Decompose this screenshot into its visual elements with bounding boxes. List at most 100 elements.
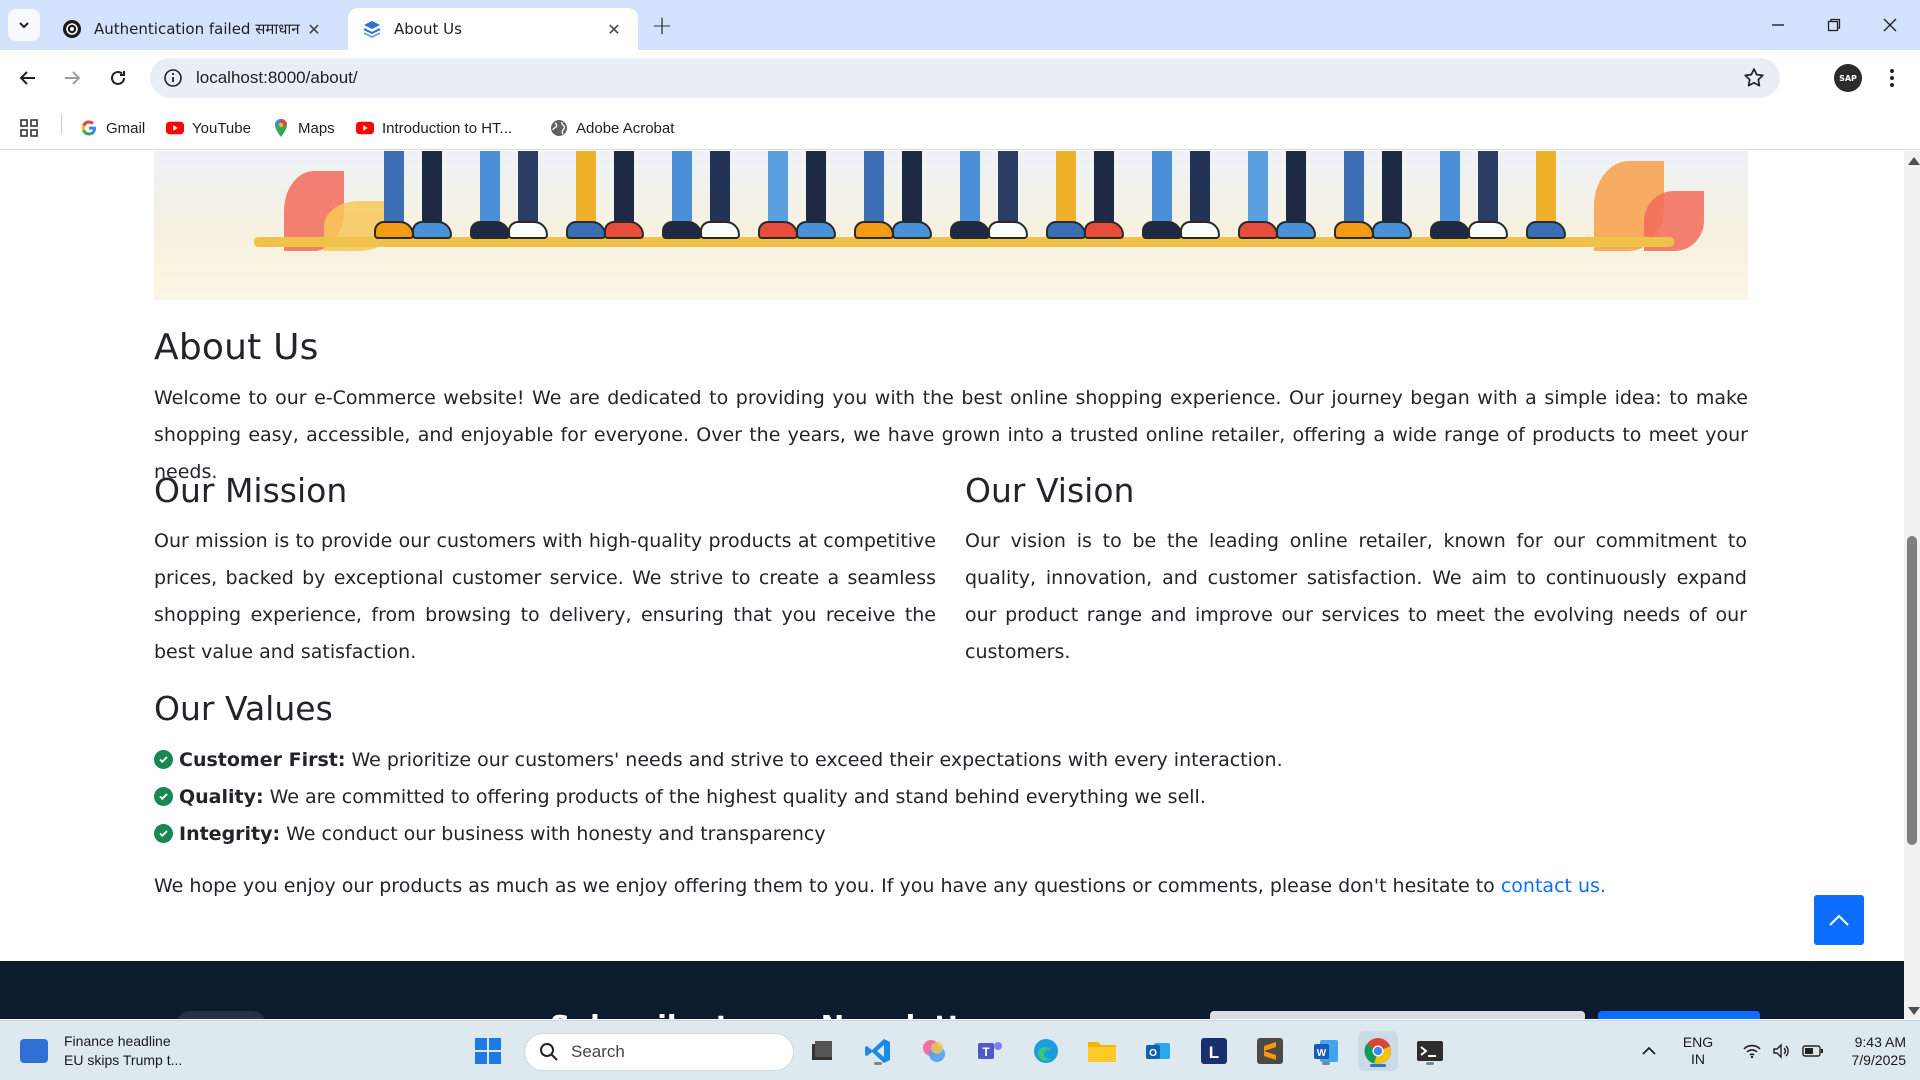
folder-icon <box>1088 1042 1116 1062</box>
reload-button[interactable] <box>100 60 136 96</box>
l-letter-icon: L <box>1201 1038 1227 1064</box>
clock[interactable]: 9:43 AM 7/9/2025 <box>1830 1021 1907 1080</box>
arrow-left-icon <box>19 71 35 85</box>
new-tab-button[interactable]: + <box>648 11 676 41</box>
svg-text:L: L <box>1209 1043 1219 1062</box>
close-window-button[interactable] <box>1862 0 1918 50</box>
taskbar-search[interactable]: Search <box>524 1033 794 1071</box>
chevron-down-icon <box>19 22 29 29</box>
list-item: Quality: We are committed to offering pr… <box>154 778 1283 815</box>
check-circle-icon <box>154 824 173 843</box>
system-tray-status[interactable] <box>1728 1021 1838 1080</box>
outlook-app[interactable]: O <box>1140 1033 1176 1069</box>
close-tab-icon[interactable]: ✕ <box>604 19 624 39</box>
value-label: Customer First: <box>179 748 346 771</box>
chrome-icon <box>1364 1038 1391 1065</box>
hero-shoe <box>988 221 1028 239</box>
vision-paragraph: Our vision is to be the leading online r… <box>965 530 1747 663</box>
minimize-icon <box>1772 24 1784 26</box>
url-text[interactable]: localhost:8000/about/ <box>196 68 358 88</box>
address-bar[interactable]: localhost:8000/about/ <box>150 58 1780 98</box>
sublime-app[interactable] <box>1252 1033 1288 1069</box>
bookmark-label: YouTube <box>192 119 251 137</box>
scroll-up-arrow[interactable] <box>1908 157 1920 165</box>
value-label: Integrity: <box>179 822 281 845</box>
vscode-icon <box>865 1039 890 1063</box>
profile-avatar[interactable]: SAP <box>1834 64 1862 92</box>
chevron-up-icon <box>1829 914 1849 926</box>
close-tab-icon[interactable]: ✕ <box>304 19 324 39</box>
hero-shoe <box>1238 221 1278 239</box>
edge-icon <box>1034 1039 1058 1063</box>
back-to-top-button[interactable] <box>1814 895 1864 945</box>
language-indicator[interactable]: ENG IN <box>1680 1021 1716 1080</box>
edge-app[interactable] <box>1028 1033 1064 1069</box>
forward-button[interactable] <box>54 60 90 96</box>
globe-icon <box>550 119 568 137</box>
value-text: We are committed to offering products of… <box>269 785 1206 808</box>
hero-shoe <box>566 221 606 239</box>
file-explorer-app[interactable] <box>1084 1033 1120 1069</box>
newsletter-email-input[interactable] <box>1210 1011 1585 1019</box>
bookmark-adobe-acrobat[interactable]: Adobe Acrobat <box>550 116 674 140</box>
close-icon <box>1883 18 1897 32</box>
clock-time: 9:43 AM <box>1854 1034 1906 1050</box>
tab-about-us[interactable]: About Us ✕ <box>348 8 638 50</box>
hero-shoe <box>1180 221 1220 239</box>
chrome-app[interactable] <box>1358 1031 1398 1071</box>
values-heading: Our Values <box>154 689 333 728</box>
terminal-app[interactable] <box>1412 1033 1448 1069</box>
chevron-up-icon <box>1642 1046 1656 1055</box>
tab-title: Authentication failed समाधान <box>94 20 300 38</box>
bookmark-introduction-to-html[interactable]: Introduction to HT... <box>356 116 512 140</box>
subscribe-button[interactable] <box>1598 1011 1760 1019</box>
minimize-button[interactable] <box>1750 0 1806 50</box>
search-icon <box>540 1043 558 1061</box>
contact-us-link[interactable]: contact us. <box>1501 875 1606 897</box>
hero-shoe <box>1276 221 1316 239</box>
bookmark-youtube[interactable]: YouTube <box>166 116 251 140</box>
hero-shoe <box>1526 221 1566 239</box>
more-options-icon[interactable] <box>1880 64 1904 92</box>
back-button[interactable] <box>10 60 46 96</box>
battery-icon <box>1802 1045 1823 1057</box>
bookmark-gmail[interactable]: Gmail <box>80 116 145 140</box>
restore-button[interactable] <box>1806 0 1862 50</box>
word-app[interactable]: W <box>1308 1033 1344 1069</box>
closing-paragraph: We hope you enjoy our products as much a… <box>154 875 1606 897</box>
hero-shoe <box>1046 221 1086 239</box>
search-placeholder: Search <box>571 1042 625 1061</box>
site-info-icon[interactable] <box>162 67 184 89</box>
page-scrollbar[interactable] <box>1904 151 1920 1019</box>
teams-icon: T <box>978 1042 1002 1059</box>
svg-text:T: T <box>982 1045 990 1059</box>
tab-authentication-failed[interactable]: Authentication failed समाधान ✕ <box>48 8 338 50</box>
task-view-button[interactable] <box>804 1033 840 1069</box>
hero-shoe <box>1430 221 1470 239</box>
file-manager-icon <box>812 1041 832 1060</box>
bookmark-star-icon[interactable] <box>1742 66 1766 90</box>
vscode-app[interactable] <box>860 1033 896 1069</box>
bookmarks-divider <box>61 114 62 134</box>
start-button[interactable] <box>470 1033 506 1069</box>
teams-app[interactable]: T <box>972 1033 1008 1069</box>
hero-shoe <box>374 221 414 239</box>
scroll-down-arrow[interactable] <box>1908 1007 1920 1015</box>
reload-icon <box>111 70 125 85</box>
sublime-icon <box>1257 1038 1283 1064</box>
hero-shoe <box>470 221 510 239</box>
page-title: About Us <box>154 327 319 368</box>
bookmark-maps[interactable]: Maps <box>272 116 335 140</box>
apps-button[interactable] <box>20 116 46 140</box>
l-app[interactable]: L <box>1196 1033 1232 1069</box>
list-item: Customer First: We prioritize our custom… <box>154 741 1283 778</box>
news-widget[interactable]: Finance headline EU skips Trump t... <box>20 1031 182 1071</box>
copilot-app[interactable] <box>916 1033 952 1069</box>
youtube-icon <box>166 119 184 137</box>
show-hidden-icons[interactable] <box>1634 1021 1664 1080</box>
scroll-thumb[interactable] <box>1907 536 1917 845</box>
bookmark-label: Maps <box>298 119 335 137</box>
tab-search-button[interactable] <box>8 9 40 41</box>
wifi-icon <box>1743 1044 1761 1059</box>
arrow-right-icon <box>65 71 81 85</box>
